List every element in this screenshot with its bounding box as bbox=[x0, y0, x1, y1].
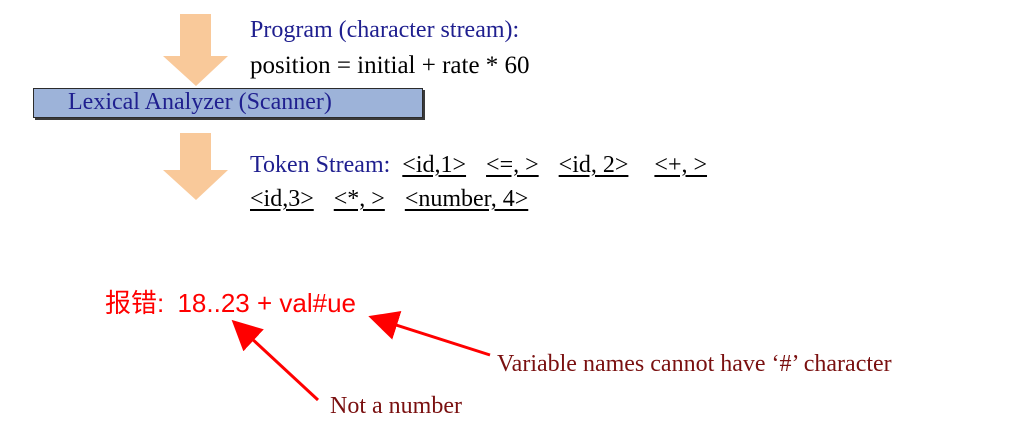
scanner-label: Lexical Analyzer (Scanner) bbox=[68, 89, 332, 115]
annotation-number: Not a number bbox=[330, 393, 462, 419]
token-id-2: <id, 2> bbox=[558, 152, 629, 178]
token-id-3: <id,3> bbox=[250, 186, 314, 212]
program-code: position = initial + rate * 60 bbox=[250, 52, 530, 79]
token-number-4: <number, 4> bbox=[404, 186, 529, 212]
arrow-to-number bbox=[231, 319, 320, 402]
down-arrow-bottom bbox=[163, 133, 228, 200]
token-stream-line-1: Token Stream: <id,1> <=, > <id, 2> <+, > bbox=[250, 152, 707, 179]
annotation-variable: Variable names cannot have ‘#’ character bbox=[497, 351, 892, 377]
token-assign: <=, > bbox=[486, 152, 539, 178]
program-label: Program (character stream): bbox=[250, 17, 520, 43]
token-stream-label: Token Stream: bbox=[250, 152, 391, 178]
token-id-1: <id,1> bbox=[402, 152, 467, 178]
error-line: 报错: 18..23 + val#ue bbox=[105, 283, 356, 320]
token-times: <*, > bbox=[333, 186, 385, 212]
error-label: 报错: bbox=[105, 288, 165, 318]
down-arrow-top bbox=[163, 14, 228, 86]
error-expression: 18..23 + val#ue bbox=[177, 288, 357, 318]
token-stream-line-2: <id,3> <*, > <number, 4> bbox=[250, 186, 528, 213]
token-plus: <+, > bbox=[654, 152, 708, 178]
arrow-to-hash bbox=[368, 311, 491, 357]
